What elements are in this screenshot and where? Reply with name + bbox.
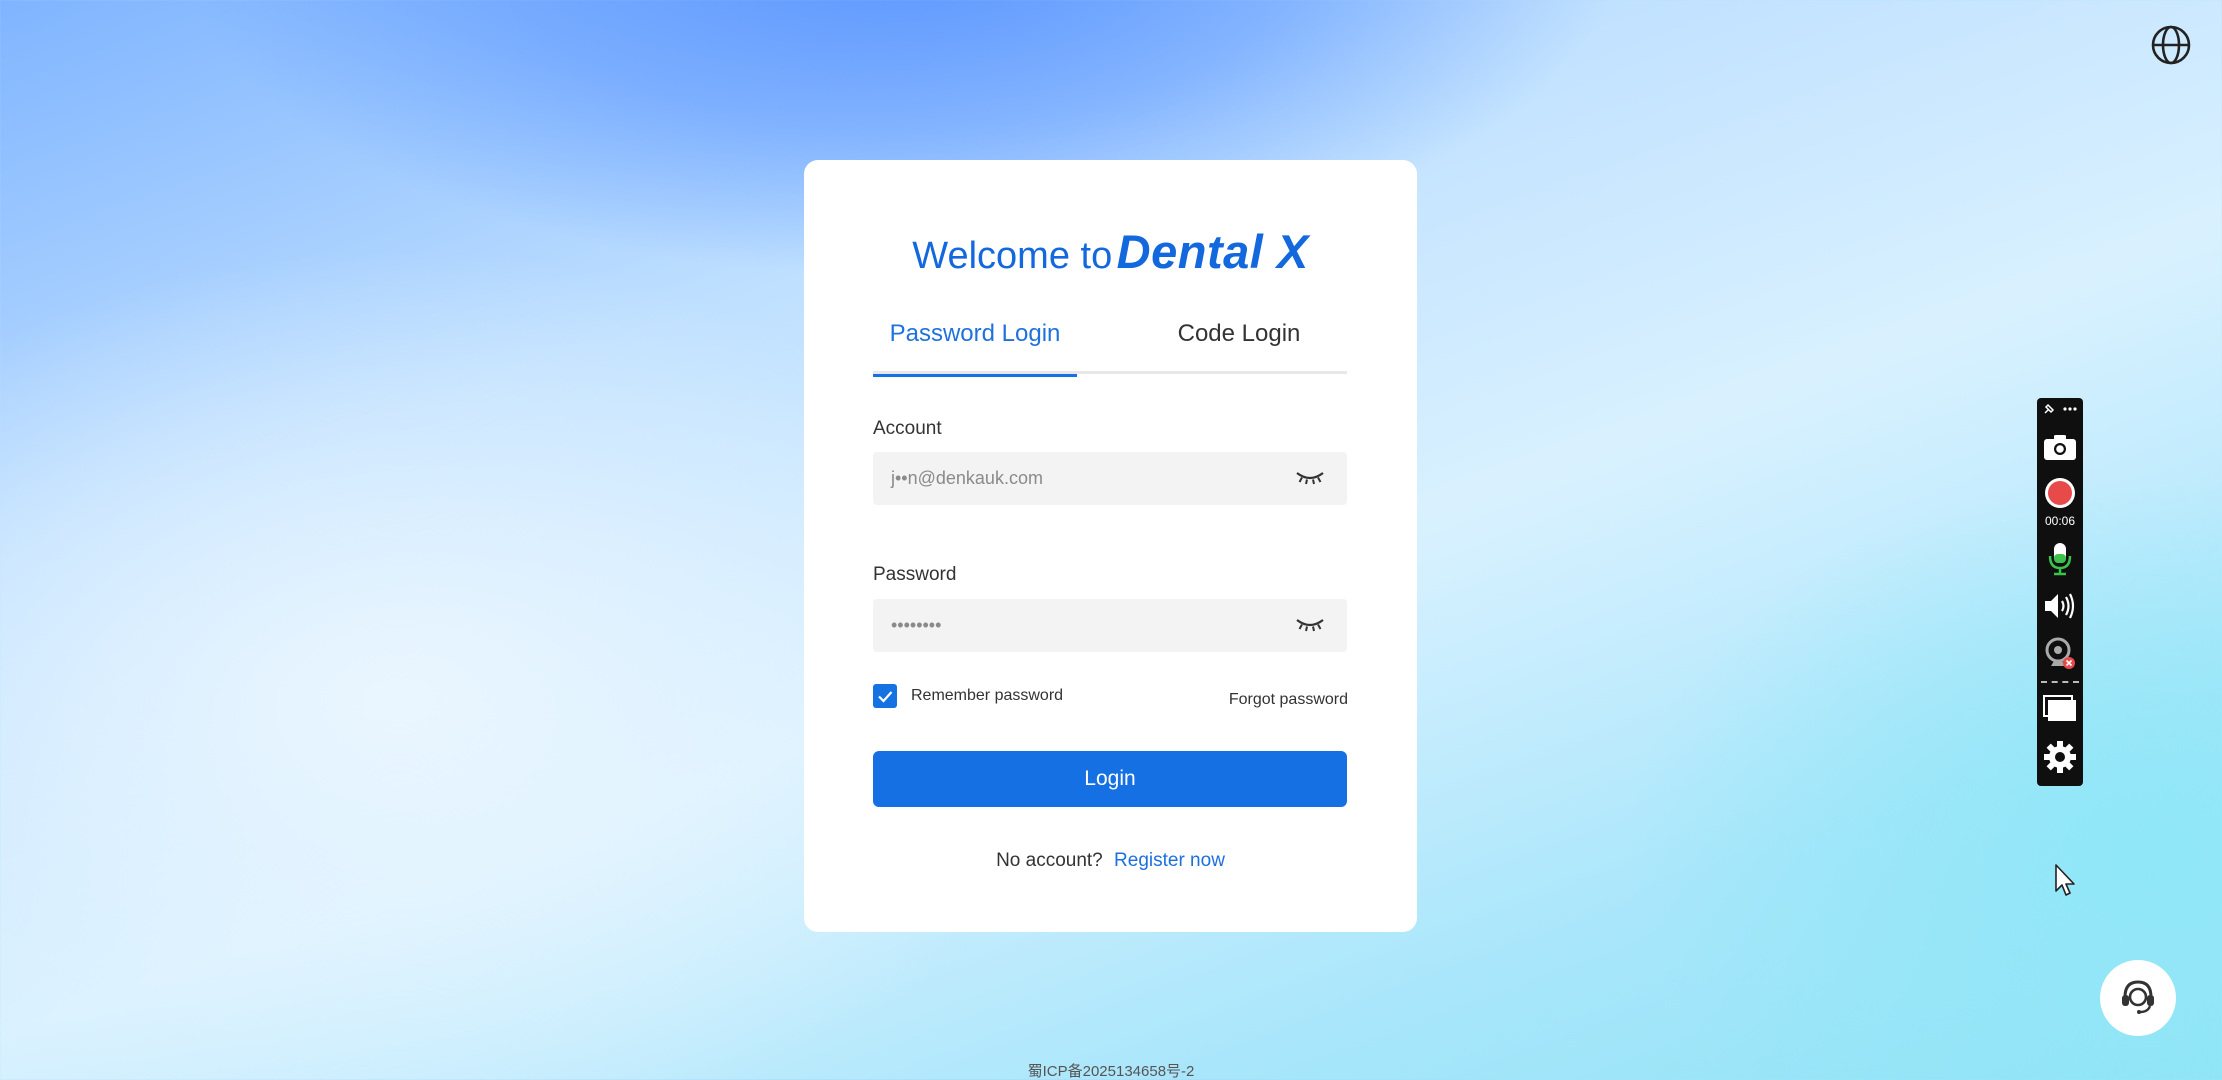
eye-closed-icon[interactable]: [1295, 469, 1325, 487]
register-row: No account? Register now: [804, 850, 1417, 872]
pin-icon[interactable]: [2042, 402, 2058, 421]
speaker-icon[interactable]: [2037, 591, 2083, 621]
camera-icon[interactable]: [2037, 432, 2083, 462]
window-icon[interactable]: [2037, 693, 2083, 723]
remember-label: Remember password: [911, 687, 1064, 704]
password-field[interactable]: ••••••••: [873, 599, 1347, 652]
register-link[interactable]: Register now: [1114, 850, 1225, 871]
password-label: Password: [873, 564, 957, 585]
account-field[interactable]: j••n@denkauk.com: [873, 452, 1347, 505]
tab-code-login[interactable]: Code Login: [1149, 320, 1329, 374]
toolbar-divider: [2041, 681, 2079, 683]
recording-timer: 00:06: [2044, 514, 2076, 528]
welcome-text: Welcome to: [912, 235, 1113, 277]
mouse-cursor-icon: [2054, 863, 2078, 899]
login-tabs: Password Login Code Login: [873, 320, 1347, 377]
webcam-off-icon[interactable]: [2037, 636, 2083, 672]
eye-closed-icon[interactable]: [1295, 616, 1325, 634]
login-card: Welcome to Dental X Password Login Code …: [804, 160, 1417, 932]
check-icon: [878, 691, 893, 703]
account-value: j••n@denkauk.com: [891, 468, 1043, 488]
forgot-password-link[interactable]: Forgot password: [1229, 691, 1348, 709]
language-globe-icon[interactable]: [2150, 24, 2192, 66]
gear-icon[interactable]: [2037, 739, 2083, 775]
recorder-toolbar: 00:06: [2037, 398, 2083, 786]
customer-support-button[interactable]: [2100, 960, 2176, 1036]
microphone-icon[interactable]: [2037, 541, 2083, 577]
remember-checkbox[interactable]: [873, 684, 897, 708]
login-button[interactable]: Login: [873, 751, 1347, 807]
tab-password-login[interactable]: Password Login: [873, 320, 1077, 377]
welcome-title: Welcome to Dental X: [804, 224, 1417, 279]
more-icon[interactable]: [2062, 402, 2078, 421]
password-value: ••••••••: [891, 615, 942, 635]
no-account-text: No account?: [996, 850, 1103, 871]
remember-password[interactable]: Remember password: [873, 684, 1063, 708]
headset-icon: [2117, 975, 2159, 1022]
record-icon[interactable]: [2037, 476, 2083, 510]
icp-footer[interactable]: 蜀ICP备2025134658号-2: [0, 1060, 2222, 1080]
account-label: Account: [873, 418, 942, 439]
brand-name: Dental X: [1116, 225, 1309, 278]
